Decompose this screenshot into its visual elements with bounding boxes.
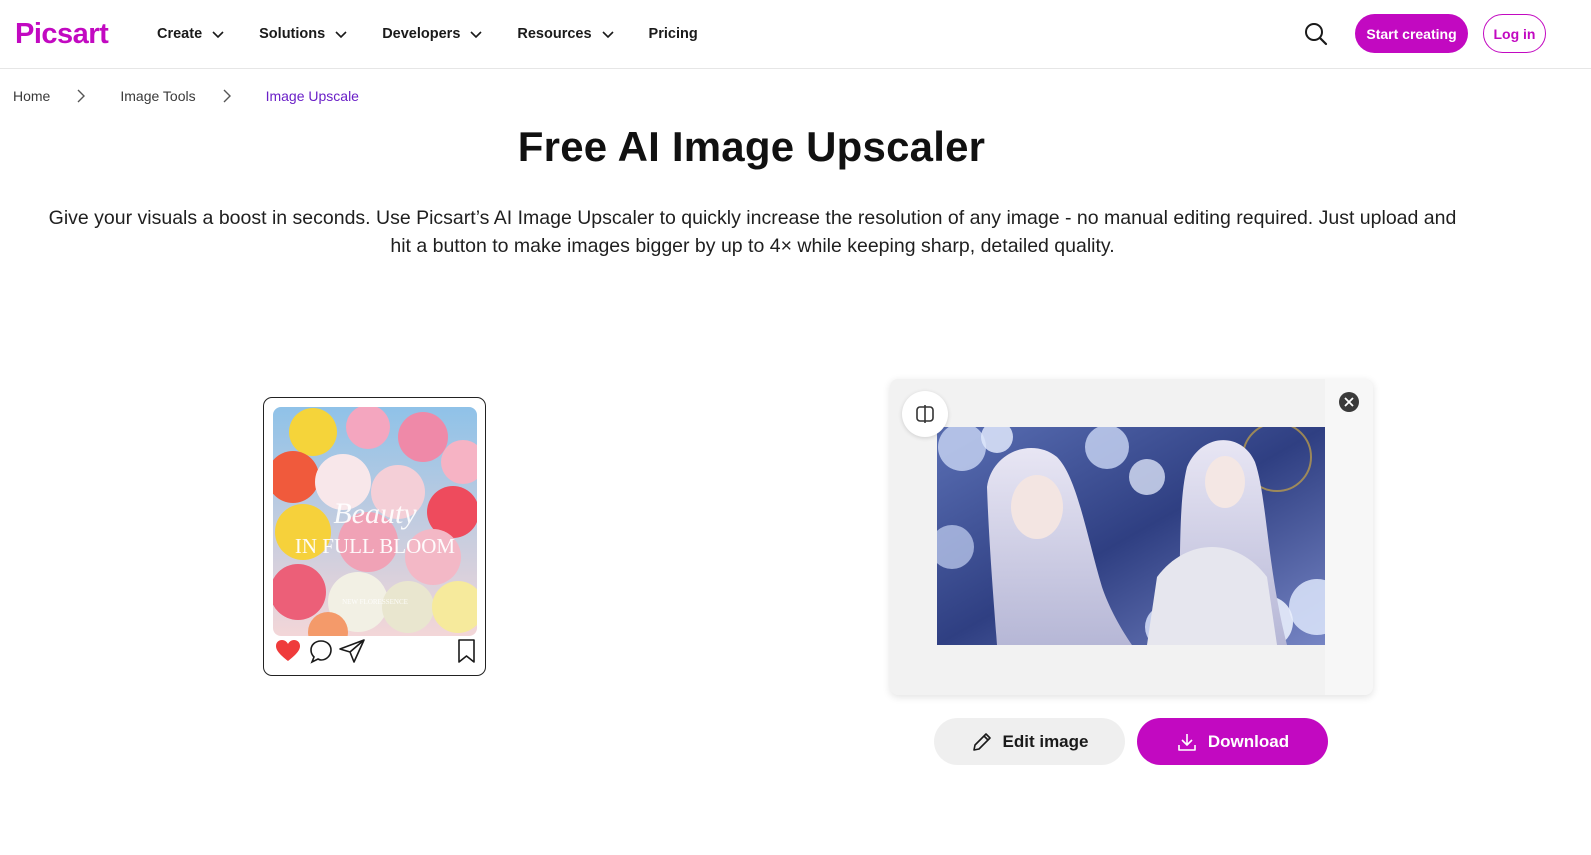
flower-post-image: Beauty IN FULL BLOOM NEW FLORESSENCE: [273, 407, 477, 636]
preview-side-panel: [1325, 379, 1373, 695]
nav-pricing-label: Pricing: [648, 26, 698, 42]
nav-resources-label: Resources: [517, 26, 592, 42]
edit-image-label: Edit image: [1002, 731, 1089, 751]
log-in-button[interactable]: Log in: [1483, 14, 1546, 53]
breadcrumb-image-upscale[interactable]: Image Upscale: [266, 88, 359, 104]
nav-resources[interactable]: Resources: [517, 26, 614, 42]
share-icon[interactable]: [338, 638, 365, 664]
pencil-icon: [972, 732, 991, 751]
nav-developers-label: Developers: [382, 26, 461, 42]
start-creating-button[interactable]: Start creating: [1355, 14, 1468, 53]
post-caption-small: NEW FLORESSENCE: [342, 598, 408, 606]
download-icon: [1178, 733, 1196, 751]
subtitle-line-2: hit a button to make images bigger by up…: [390, 235, 1115, 257]
compare-icon[interactable]: [902, 391, 948, 437]
chevron-down-icon: [601, 27, 615, 41]
chevron-down-icon: [334, 27, 348, 41]
comment-icon[interactable]: [308, 638, 334, 664]
search-icon[interactable]: [1303, 21, 1329, 47]
bookmark-icon[interactable]: [454, 638, 480, 664]
main-nav: Create Solutions Developers Resources Pr…: [157, 0, 698, 68]
nav-create-label: Create: [157, 26, 203, 42]
page-title: Free AI Image Upscaler: [517, 123, 986, 170]
close-icon[interactable]: [1339, 392, 1359, 412]
post-caption-script: Beauty: [333, 497, 417, 530]
picsart-logo[interactable]: Picsart: [15, 16, 119, 50]
nav-solutions-label: Solutions: [259, 26, 326, 42]
post-actions: [275, 638, 478, 666]
nav-developers[interactable]: Developers: [382, 26, 483, 42]
breadcrumb: Home Image Tools Image Upscale: [13, 86, 359, 106]
heart-icon[interactable]: [275, 638, 301, 664]
upscaled-image-preview: [937, 427, 1325, 645]
page-subtitle: Give your visuals a boost in seconds. Us…: [20, 204, 1485, 260]
chevron-right-icon: [76, 89, 88, 103]
upscale-preview-card: [890, 379, 1373, 695]
nav-solutions[interactable]: Solutions: [259, 26, 348, 42]
social-post-mockup: Beauty IN FULL BLOOM NEW FLORESSENCE: [263, 397, 486, 676]
nav-create[interactable]: Create: [157, 26, 225, 42]
edit-image-button[interactable]: Edit image: [934, 718, 1125, 765]
breadcrumb-home[interactable]: Home: [13, 88, 50, 104]
download-label: Download: [1207, 731, 1290, 751]
chevron-down-icon: [211, 27, 225, 41]
download-button[interactable]: Download: [1137, 718, 1328, 765]
chevron-right-icon: [222, 89, 234, 103]
post-caption-main: IN FULL BLOOM: [295, 534, 456, 558]
site-header: Picsart Create Solutions Developers Reso…: [0, 0, 1591, 69]
subtitle-line-1: Give your visuals a boost in seconds. Us…: [48, 207, 1457, 229]
nav-pricing[interactable]: Pricing: [649, 26, 698, 42]
breadcrumb-image-tools[interactable]: Image Tools: [120, 88, 195, 104]
svg-text:Picsart: Picsart: [15, 18, 109, 50]
chevron-down-icon: [469, 27, 483, 41]
